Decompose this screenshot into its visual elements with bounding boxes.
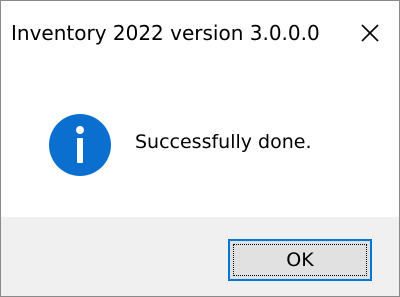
- ok-button[interactable]: OK: [228, 239, 372, 281]
- information-icon: [49, 114, 111, 176]
- close-button[interactable]: [347, 11, 393, 55]
- message-text: Successfully done.: [135, 131, 312, 153]
- close-icon: [361, 24, 379, 42]
- button-bar: OK: [1, 217, 399, 296]
- title-bar: Inventory 2022 version 3.0.0.0: [1, 1, 399, 63]
- ok-button-label: OK: [286, 249, 314, 271]
- message-area: Successfully done.: [1, 63, 399, 217]
- message-dialog: Inventory 2022 version 3.0.0.0 Successfu…: [0, 0, 400, 297]
- window-title: Inventory 2022 version 3.0.0.0: [11, 21, 320, 45]
